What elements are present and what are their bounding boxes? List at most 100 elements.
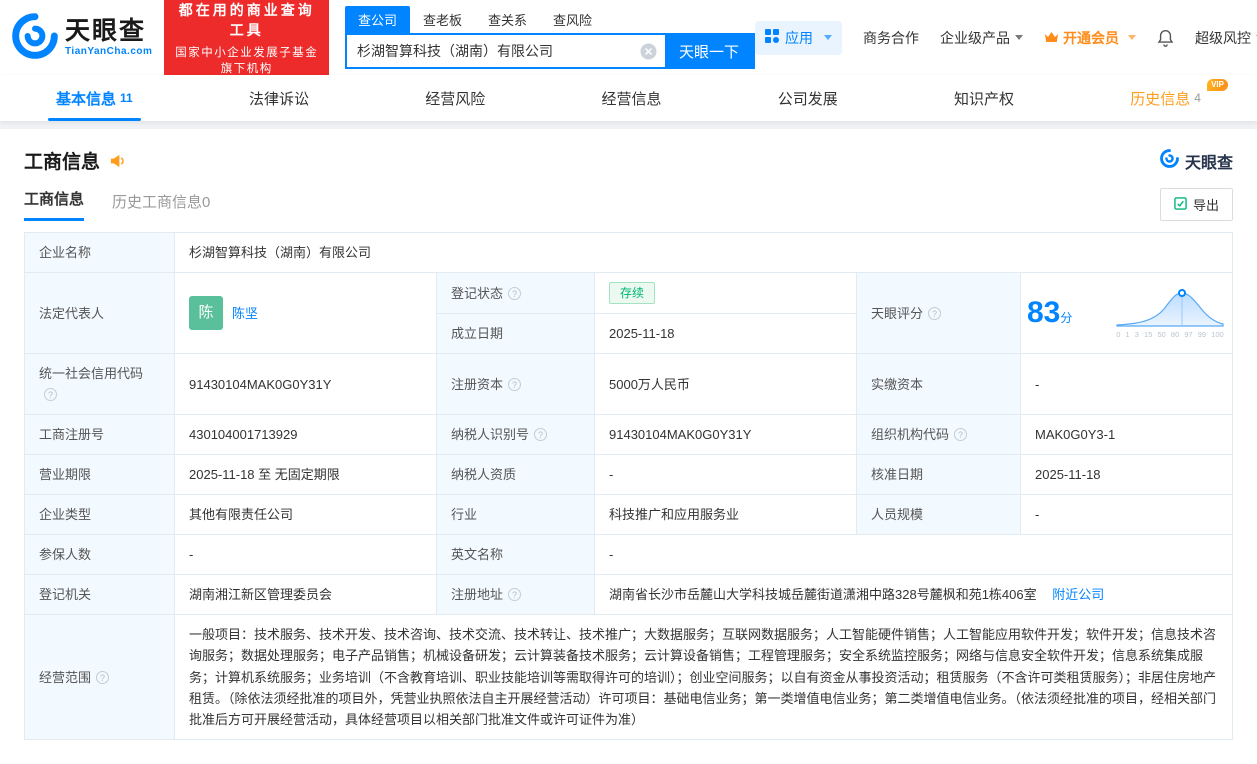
help-icon[interactable] xyxy=(508,588,522,602)
score-number: 83 xyxy=(1027,295,1061,329)
open-vip-menu[interactable]: 开通会员 xyxy=(1044,28,1136,48)
help-icon[interactable] xyxy=(508,286,522,300)
search-tabs: 查公司 查老板 查关系 查风险 xyxy=(345,6,755,33)
reg-status-value: 存续 xyxy=(594,272,857,315)
company-name-value: 杉湖智算科技（湖南）有限公司 xyxy=(174,231,1233,274)
tab-operation-info[interactable]: 经营信息 xyxy=(601,75,661,121)
header-menu: 应用 商务合作 企业级产品 开通会员 超级风控 xyxy=(755,20,1257,55)
promo-banner-line1: 都在用的商业查询工具 xyxy=(178,1,315,38)
table-row: 经营范围 一般项目：技术服务、技术开发、技术咨询、技术交流、技术转让、技术推广；… xyxy=(24,614,1233,740)
chevron-down-icon xyxy=(1128,35,1136,40)
address-value: 湖南省长沙市岳麓山大学科技城岳麓街道潇湘中路328号麓枫和苑1栋406室 附近公… xyxy=(594,574,1233,616)
subtab-history-business-info[interactable]: 历史工商信息0 xyxy=(112,191,210,221)
taxpayer-quality-value: - xyxy=(594,454,857,496)
score-unit: 分 xyxy=(1060,310,1073,325)
paid-capital-label: 实缴资本 xyxy=(856,353,1021,416)
logo-title: 天眼查 xyxy=(65,17,147,46)
notification-bell-icon[interactable] xyxy=(1157,29,1174,47)
clear-search-icon[interactable] xyxy=(640,43,657,60)
top-bar: 天眼查 TianYanCha.com 都在用的商业查询工具 国家中小企业发展子基… xyxy=(0,0,1257,82)
search-button[interactable]: 天眼一下 xyxy=(665,35,753,67)
tab-company-development[interactable]: 公司发展 xyxy=(778,75,838,121)
legal-rep-label: 法定代表人 xyxy=(24,272,175,355)
legal-rep-link[interactable]: 陈坚 xyxy=(232,303,258,324)
business-info-table: 企业名称 杉湖智算科技（湖南）有限公司 法定代表人 陈 陈坚 登记状态 存续 天… xyxy=(24,231,1233,740)
chevron-down-icon xyxy=(1015,35,1023,40)
taxpayer-quality-label: 纳税人资质 xyxy=(436,454,595,496)
section-title: 工商信息 xyxy=(24,152,101,173)
establish-date-value: 2025-11-18 xyxy=(594,313,857,355)
search-tab-risk[interactable]: 查风险 xyxy=(540,6,605,33)
company-type-value: 其他有限责任公司 xyxy=(174,494,437,536)
super-risk-menu[interactable]: 超级风控 xyxy=(1195,28,1257,48)
status-badge: 存续 xyxy=(609,282,656,305)
taxpayer-id-value: 91430104MAK0G0Y31Y xyxy=(594,414,857,456)
help-icon[interactable] xyxy=(508,377,522,391)
search-input[interactable] xyxy=(347,43,640,59)
search-tab-relation[interactable]: 查关系 xyxy=(475,6,540,33)
biz-term-label: 营业期限 xyxy=(24,454,175,496)
score-chart-ticks: 0 1 3 15 50 80 97 99 100 xyxy=(1116,329,1224,339)
reg-capital-value: 5000万人民币 xyxy=(594,353,857,416)
paid-capital-value: - xyxy=(1020,353,1233,416)
tab-operation-risk[interactable]: 经营风险 xyxy=(425,75,485,121)
table-row: 工商注册号 430104001713929 纳税人识别号 91430104MAK… xyxy=(24,414,1233,456)
org-code-value: MAK0G0Y3-1 xyxy=(1020,414,1233,456)
legal-rep-avatar: 陈 xyxy=(189,296,223,331)
biz-term-value: 2025-11-18 至 无固定期限 xyxy=(174,454,437,496)
score-label: 天眼评分 xyxy=(856,272,1021,355)
legal-rep-value: 陈 陈坚 xyxy=(174,272,437,355)
org-code-label: 组织机构代码 xyxy=(856,414,1021,456)
tianyancha-watermark-icon xyxy=(1160,148,1179,173)
establish-date-label: 成立日期 xyxy=(436,313,595,355)
industry-value: 科技推广和应用服务业 xyxy=(594,494,857,536)
subtab-current-business-info[interactable]: 工商信息 xyxy=(24,188,85,221)
help-icon[interactable] xyxy=(954,428,968,442)
reg-authority-value: 湖南湘江新区管理委员会 xyxy=(174,574,437,616)
nearby-companies-link[interactable]: 附近公司 xyxy=(1052,587,1104,602)
apps-grid-icon xyxy=(765,29,779,46)
reg-number-value: 430104001713929 xyxy=(174,414,437,456)
score-chart: 0 1 3 15 50 80 97 99 100 xyxy=(1114,286,1226,341)
promo-banner: 都在用的商业查询工具 国家中小企业发展子基金旗下机构 xyxy=(164,0,329,82)
help-icon[interactable] xyxy=(96,670,110,684)
help-icon[interactable] xyxy=(534,428,548,442)
logo-subtitle: TianYanCha.com xyxy=(65,45,153,57)
tab-legal-litigation[interactable]: 法律诉讼 xyxy=(249,75,309,121)
help-icon[interactable] xyxy=(928,306,942,320)
tab-history-info[interactable]: 历史信息 4 VIP xyxy=(1130,75,1228,121)
announcement-icon[interactable] xyxy=(109,153,126,169)
business-scope-label: 经营范围 xyxy=(24,614,175,740)
tab-intellectual-property[interactable]: 知识产权 xyxy=(954,75,1014,121)
credit-code-value: 91430104MAK0G0Y31Y xyxy=(174,353,437,416)
export-icon xyxy=(1174,196,1187,213)
tab-count: 4 xyxy=(1194,91,1201,105)
vip-badge: VIP xyxy=(1207,79,1228,91)
company-name-label: 企业名称 xyxy=(24,231,175,274)
reg-number-label: 工商注册号 xyxy=(24,414,175,456)
search-tab-boss[interactable]: 查老板 xyxy=(410,6,475,33)
business-cooperation-link[interactable]: 商务合作 xyxy=(863,28,919,48)
chevron-down-icon xyxy=(824,35,832,40)
address-label: 注册地址 xyxy=(436,574,595,616)
approve-date-value: 2025-11-18 xyxy=(1020,454,1233,496)
export-button[interactable]: 导出 xyxy=(1159,188,1233,221)
insured-value: - xyxy=(174,534,437,576)
enterprise-products-menu[interactable]: 企业级产品 xyxy=(940,28,1023,48)
english-name-label: 英文名称 xyxy=(436,534,595,576)
promo-banner-line2: 国家中小企业发展子基金旗下机构 xyxy=(175,46,319,75)
business-scope-value: 一般项目：技术服务、技术开发、技术咨询、技术交流、技术转让、技术推广；大数据服务… xyxy=(174,614,1233,740)
help-icon[interactable] xyxy=(44,388,57,402)
tab-basic-info[interactable]: 基本信息 11 xyxy=(48,75,141,121)
table-row: 企业类型 其他有限责任公司 行业 科技推广和应用服务业 人员规模 - xyxy=(24,494,1233,536)
staff-size-value: - xyxy=(1020,494,1233,536)
table-row: 法定代表人 陈 陈坚 登记状态 存续 天眼评分 83分 xyxy=(24,272,1233,355)
tianyancha-logo[interactable]: 天眼查 TianYanCha.com xyxy=(12,13,152,62)
business-info-card: 工商信息 天眼查 工商信息 历史工商信息0 导出 企业名称 杉湖智算科技（湖南）… xyxy=(0,129,1257,764)
apps-menu[interactable]: 应用 xyxy=(755,20,842,55)
company-nav-tabs: 基本信息 11 法律诉讼 经营风险 经营信息 公司发展 知识产权 历史信息 4 VI… xyxy=(0,75,1257,121)
table-row: 参保人数 - 英文名称 - xyxy=(24,534,1233,576)
search-area: 查公司 查老板 查关系 查风险 天眼一下 xyxy=(345,6,755,69)
tab-count: 11 xyxy=(120,91,133,105)
search-tab-company[interactable]: 查公司 xyxy=(345,6,411,33)
